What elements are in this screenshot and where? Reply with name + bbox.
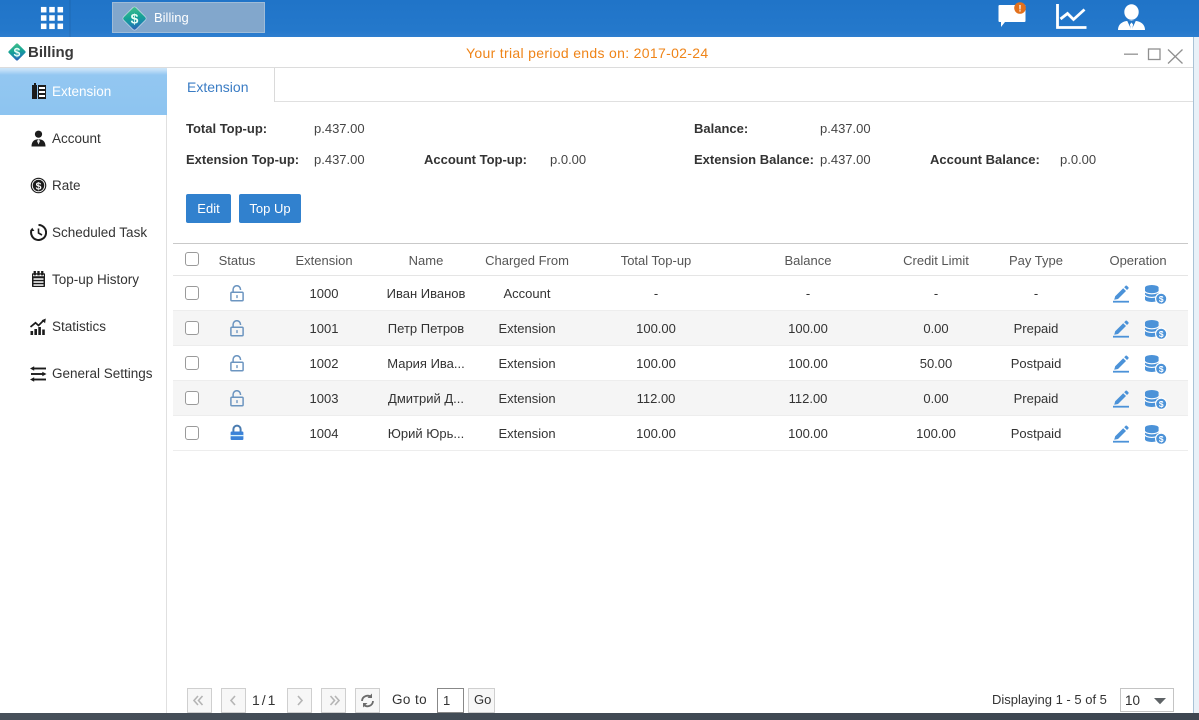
svg-text:$: $ xyxy=(1159,294,1164,304)
svg-text:$: $ xyxy=(1159,364,1164,374)
svg-text:$: $ xyxy=(1159,399,1164,409)
svg-text:$: $ xyxy=(1159,434,1164,444)
svg-text:!: ! xyxy=(1019,4,1022,14)
svg-text:$: $ xyxy=(131,10,139,26)
svg-text:$: $ xyxy=(36,181,42,193)
svg-text:$: $ xyxy=(14,46,21,60)
svg-text:$: $ xyxy=(1159,329,1164,339)
